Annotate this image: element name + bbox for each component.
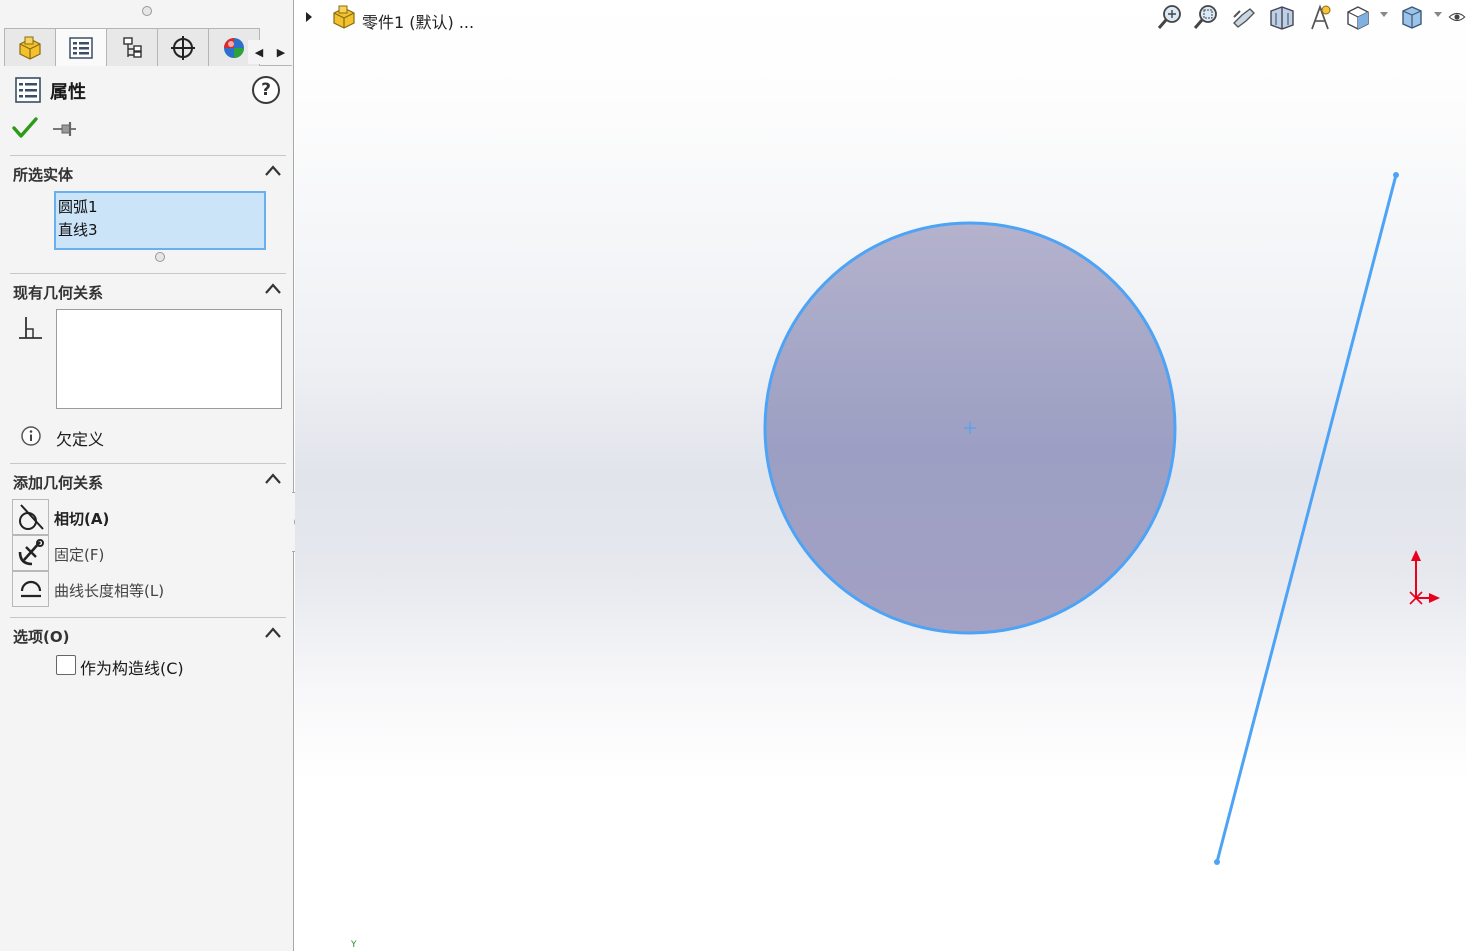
tab-scroll-right-button[interactable]: ▶: [270, 40, 292, 64]
display-style-dropdown-icon[interactable]: [1434, 12, 1442, 17]
section-add-relations[interactable]: 添加几何关系: [10, 463, 286, 492]
property-manager-header: 属性 ?: [14, 76, 284, 104]
list-item[interactable]: 直线3: [58, 219, 264, 242]
appearance-sphere-icon: [224, 37, 244, 58]
zoom-to-area-icon: [1193, 5, 1217, 29]
add-relation-fix[interactable]: 固定(F): [12, 535, 282, 571]
tab-configuration-manager[interactable]: [106, 28, 158, 66]
expand-arrow-icon[interactable]: [306, 12, 312, 22]
section-view-button[interactable]: [1266, 2, 1298, 32]
definition-status: 欠定义: [20, 424, 220, 449]
property-manager-icon: [15, 77, 41, 103]
manager-tabs: ◀ ▶: [4, 28, 292, 66]
help-icon: ?: [261, 80, 271, 100]
section-selected-entities[interactable]: 所选实体: [10, 155, 286, 184]
pushpin-icon[interactable]: [52, 120, 78, 138]
existing-relations-list[interactable]: [56, 309, 282, 409]
previous-view-button[interactable]: [1228, 2, 1260, 32]
crosshair-icon: [171, 35, 195, 60]
property-manager-icon: [69, 36, 93, 59]
ok-checkmark-icon[interactable]: [12, 116, 38, 140]
previous-view-icon: [1233, 8, 1255, 28]
add-relation-equal-curve-length[interactable]: 曲线长度相等(L): [12, 571, 282, 607]
section-title: 现有几何关系: [13, 284, 104, 302]
eye-icon: [1448, 12, 1466, 22]
configuration-manager-icon: [123, 36, 142, 58]
relation-label: 固定(F): [54, 546, 105, 564]
collapse-chevron-icon[interactable]: [264, 472, 282, 486]
status-text: 欠定义: [56, 430, 105, 449]
dynamic-annotation-icon: [1311, 4, 1331, 30]
tab-scroll-left-button[interactable]: ◀: [248, 40, 270, 64]
section-title: 所选实体: [13, 166, 74, 184]
property-manager-panel: ◀ ▶ 属性 ? 所选实体 圆弧1 直线3 现有几何关系 欠定义 添加几何关系 …: [0, 0, 294, 951]
list-item[interactable]: 圆弧1: [58, 196, 264, 219]
tangent-icon: [18, 504, 44, 530]
collapse-chevron-icon[interactable]: [264, 626, 282, 640]
collapse-chevron-icon[interactable]: [264, 164, 282, 178]
view-orientation-icon: [1347, 6, 1369, 30]
zoom-to-fit-button[interactable]: [1154, 2, 1186, 32]
section-title: 添加几何关系: [13, 474, 104, 492]
line-endpoint[interactable]: [1214, 859, 1220, 865]
view-orientation-dropdown-icon[interactable]: [1380, 12, 1388, 17]
equal-curve-length-icon: [20, 580, 41, 598]
construction-label: 作为构造线(C): [80, 659, 184, 678]
hide-show-items-button[interactable]: [1448, 2, 1466, 32]
feature-tree-flyout[interactable]: 零件1 (默认) ...: [306, 4, 526, 32]
zoom-to-area-button[interactable]: [1190, 2, 1222, 32]
relations-icon: [19, 317, 42, 339]
zoom-to-fit-icon: [1157, 5, 1181, 29]
part-icon: [333, 5, 355, 29]
section-existing-relations[interactable]: 现有几何关系: [10, 273, 286, 302]
property-manager-title: 属性: [50, 82, 86, 103]
selected-entities-list[interactable]: 圆弧1 直线3: [54, 191, 266, 250]
construction-checkbox[interactable]: [56, 655, 76, 675]
property-manager-actions: [12, 116, 92, 142]
add-relation-tangent[interactable]: 相切(A): [12, 499, 282, 535]
equal-curve-length-button[interactable]: [12, 571, 49, 607]
info-icon: [21, 426, 41, 446]
help-button[interactable]: ?: [252, 76, 280, 104]
section-view-icon: [1270, 6, 1294, 30]
section-options[interactable]: 选项(O): [10, 617, 286, 646]
part-icon: [19, 36, 41, 60]
line-endpoint[interactable]: [1393, 172, 1399, 178]
relation-label: 相切(A): [54, 510, 110, 528]
y-axis-label: Y: [351, 940, 357, 950]
dynamic-annotation-view-button[interactable]: [1304, 2, 1336, 32]
heads-up-view-toolbar: [1152, 0, 1466, 36]
view-orientation-button[interactable]: [1342, 2, 1374, 32]
tab-scroll-controls: ◀ ▶: [248, 40, 292, 64]
tab-feature-manager[interactable]: [4, 28, 56, 66]
tab-dimxpert-manager[interactable]: [157, 28, 209, 66]
display-style-icon: [1402, 6, 1422, 29]
section-title: 选项(O): [13, 628, 70, 646]
display-style-button[interactable]: [1396, 2, 1428, 32]
tab-property-manager[interactable]: [55, 28, 107, 66]
collapse-chevron-icon[interactable]: [264, 282, 282, 296]
fix-button[interactable]: [12, 535, 49, 571]
panel-resize-grip[interactable]: [142, 6, 152, 16]
document-title[interactable]: 零件1 (默认) ...: [362, 9, 474, 33]
tangent-button[interactable]: [12, 499, 49, 535]
fix-anchor-icon: [18, 539, 44, 566]
list-resize-grip[interactable]: [155, 252, 165, 262]
relation-label: 曲线长度相等(L): [54, 582, 165, 600]
construction-geometry-option[interactable]: 作为构造线(C): [56, 655, 256, 678]
